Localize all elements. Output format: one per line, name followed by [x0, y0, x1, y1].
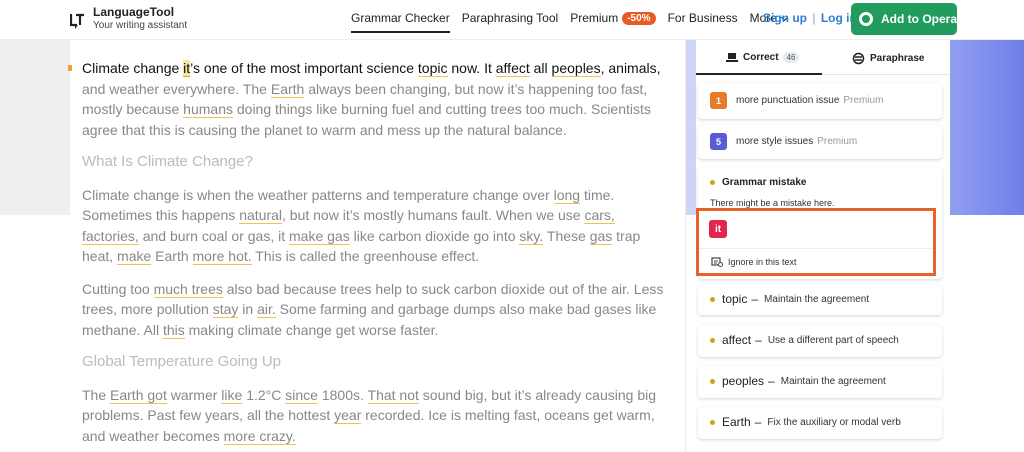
paraphrase-icon — [852, 52, 865, 65]
warning-dot-icon — [710, 180, 715, 185]
brand-text: LanguageTool Your writing assistant — [93, 5, 187, 32]
style-count-badge: 5 — [710, 133, 727, 150]
error-long[interactable]: long — [553, 186, 581, 204]
sale-badge: -50% — [622, 11, 656, 25]
suggestion-affect: affect – Use a different part of speech — [710, 333, 899, 347]
text-editor[interactable]: Climate change it’s one of the most impo… — [68, 40, 686, 452]
error-since[interactable]: since — [285, 386, 318, 404]
nav-paraphrasing-tool[interactable]: Paraphrasing Tool — [462, 11, 559, 25]
main-nav: Grammar Checker Paraphrasing Tool Premiu… — [351, 11, 799, 33]
languagetool-logo-icon — [70, 13, 84, 29]
error-natural[interactable]: natural — [239, 207, 283, 224]
tab-paraphrase-label: Paraphrase — [870, 53, 925, 64]
suggestion-earth: Earth – Fix the auxiliary or modal verb — [710, 415, 901, 429]
signup-link[interactable]: Sign up — [763, 11, 807, 25]
error-peoples[interactable]: peoples — [551, 60, 601, 77]
box-divider — [699, 248, 933, 249]
ignore-icon — [711, 257, 723, 267]
highlighted-suggestion-box: it Ignore in this text — [696, 208, 936, 276]
punctuation-count-badge: 1 — [710, 92, 727, 109]
heading-global-temperature: Global Temperature Going Up — [82, 353, 281, 370]
error-more-hot[interactable]: more hot. — [192, 248, 252, 265]
tab-paraphrase[interactable]: Paraphrase — [852, 52, 924, 65]
error-air[interactable]: air. — [257, 301, 276, 318]
style-card-text: more style issues Premium — [736, 136, 858, 147]
suggestion-card-peoples[interactable]: peoples – Maintain the agreement — [698, 366, 942, 398]
error-stay[interactable]: stay — [212, 301, 239, 318]
error-topic[interactable]: topic — [417, 60, 448, 77]
replacement-suggestion-it[interactable]: it — [709, 220, 727, 238]
error-earth-got[interactable]: Earth got — [110, 386, 167, 404]
suggestion-card-affect[interactable]: affect – Use a different part of speech — [698, 325, 942, 357]
brand-logo[interactable]: LanguageTool Your writing assistant — [70, 5, 187, 32]
suggestions-sidebar: Correct 46 Paraphrase 1 more punctuation… — [696, 40, 950, 452]
brand-subtitle: Your writing assistant — [93, 20, 188, 31]
nav-premium[interactable]: Premium — [570, 11, 618, 25]
suggestion-peoples: peoples – Maintain the agreement — [710, 374, 886, 388]
warning-dot-icon — [710, 419, 715, 425]
error-sky[interactable]: sky. — [519, 227, 544, 245]
tab-correct-label: Correct — [743, 52, 779, 63]
error-earth[interactable]: Earth — [270, 80, 305, 98]
warning-dot-icon — [710, 378, 715, 384]
error-humans[interactable]: humans — [183, 101, 233, 118]
nav-for-business[interactable]: For Business — [668, 11, 738, 25]
auth-links: Sign up | Log in — [763, 11, 857, 25]
correct-count-badge: 46 — [782, 52, 800, 63]
paragraph-2: Climate change is when the weather patte… — [82, 186, 641, 265]
punctuation-card-text: more punctuation issue Premium — [736, 95, 884, 106]
paragraph-4: The Earth got warmer like 1.2°C since 18… — [82, 386, 657, 445]
error-more-crazy[interactable]: more crazy. — [223, 427, 296, 445]
warning-dot-icon — [710, 337, 715, 343]
tab-correct[interactable]: Correct 46 — [726, 52, 800, 63]
add-to-opera-label: Add to Opera — [881, 12, 958, 26]
suggestion-topic: topic – Maintain the agreement — [710, 292, 869, 306]
error-that-not[interactable]: That not — [367, 386, 419, 404]
nav-grammar-checker[interactable]: Grammar Checker — [351, 11, 450, 33]
active-tab-indicator — [696, 73, 822, 75]
heading-what-is-climate-change: What Is Climate Change? — [82, 153, 253, 170]
error-gas[interactable]: gas — [589, 227, 613, 245]
paragraph-marker-icon — [68, 65, 72, 71]
suggestion-card-topic[interactable]: topic – Maintain the agreement — [698, 285, 942, 315]
suggestion-card-earth[interactable]: Earth – Fix the auxiliary or modal verb — [698, 407, 942, 439]
error-make-gas[interactable]: make gas — [289, 227, 350, 245]
sidebar-tabs: Correct 46 Paraphrase — [696, 40, 950, 75]
error-this[interactable]: this — [162, 321, 185, 339]
top-header: LanguageTool Your writing assistant Gram… — [0, 0, 1024, 40]
warning-dot-icon — [710, 296, 715, 302]
paragraph-1: Climate change it’s one of the most impo… — [82, 60, 661, 138]
laptop-icon — [726, 53, 738, 62]
error-year[interactable]: year — [334, 407, 362, 424]
error-like[interactable]: like — [221, 386, 243, 404]
paragraph-3: Cutting too much trees also bad because … — [82, 280, 664, 339]
ignore-in-text-button[interactable]: Ignore in this text — [711, 256, 797, 267]
editor-text: Climate change it’s one of the most impo… — [82, 58, 672, 452]
error-affect[interactable]: affect — [495, 60, 530, 77]
add-to-opera-button[interactable]: Add to Opera — [851, 3, 957, 35]
opera-icon — [859, 12, 873, 26]
error-make[interactable]: make — [117, 248, 152, 265]
left-background — [0, 40, 70, 215]
grammar-mistake-description: There might be a mistake here. — [710, 198, 835, 208]
auth-separator: | — [812, 11, 816, 25]
brand-title: LanguageTool — [93, 5, 175, 19]
ignore-label: Ignore in this text — [728, 256, 797, 267]
premium-punctuation-card[interactable]: 1 more punctuation issue Premium — [698, 83, 942, 119]
grammar-mistake-title: Grammar mistake — [710, 177, 807, 188]
error-much-trees[interactable]: much trees — [153, 280, 223, 298]
premium-style-card[interactable]: 5 more style issues Premium — [698, 125, 942, 159]
